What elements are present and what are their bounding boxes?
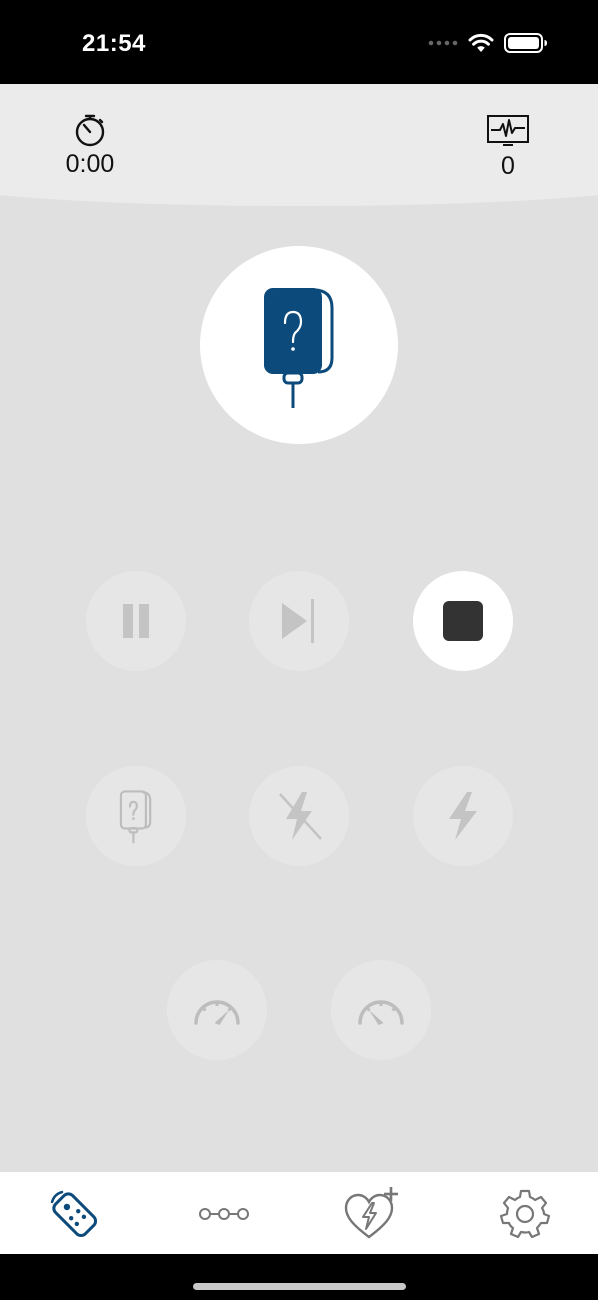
stop-button[interactable] — [413, 571, 513, 671]
connected-nodes-icon — [199, 1208, 249, 1220]
wifi-icon — [468, 33, 494, 52]
shock-button[interactable] — [413, 766, 513, 866]
remote-control-icon — [50, 1190, 98, 1238]
no-shock-button[interactable] — [249, 766, 349, 866]
pause-icon — [123, 604, 149, 638]
timer-value: 0:00 — [65, 150, 115, 178]
tab-remote[interactable] — [42, 1182, 106, 1246]
speed-high-button[interactable] — [331, 960, 431, 1060]
status-time: 21:54 — [82, 30, 146, 57]
no-shock-icon — [279, 792, 322, 840]
stopwatch-icon — [75, 114, 105, 147]
battery-icon — [504, 33, 547, 53]
tab-scenarios[interactable] — [192, 1182, 256, 1246]
main-panel: 0:00 0 — [0, 84, 598, 1172]
signal-dots-icon — [428, 40, 458, 46]
elapsed-timer: 0:00 — [60, 112, 120, 179]
skip-button[interactable] — [249, 571, 349, 671]
shock-counter: 0 — [482, 114, 534, 181]
ecg-monitor-icon — [487, 115, 529, 146]
skip-forward-icon — [282, 599, 314, 643]
speed-low-button[interactable] — [167, 960, 267, 1060]
pause-button[interactable] — [86, 571, 186, 671]
tab-aed[interactable] — [340, 1182, 404, 1246]
pad-status-indicator — [200, 246, 398, 444]
home-indicator[interactable] — [193, 1283, 406, 1290]
stop-icon — [443, 601, 483, 641]
tab-settings[interactable] — [493, 1182, 557, 1246]
gauge-high-icon — [358, 1000, 404, 1025]
pad-check-button[interactable] — [86, 766, 186, 866]
gear-icon — [499, 1189, 551, 1239]
home-area — [0, 1254, 598, 1300]
electrode-pad-unknown-icon — [119, 790, 152, 844]
lightning-bolt-icon — [449, 792, 477, 840]
heart-shock-plus-icon — [344, 1187, 398, 1239]
status-bar: 21:54 — [0, 0, 598, 84]
status-icons — [428, 33, 548, 53]
shock-count-value: 0 — [501, 152, 515, 180]
gauge-low-icon — [194, 1000, 240, 1025]
electrode-pad-unknown-icon — [264, 288, 334, 408]
tab-bar — [0, 1172, 598, 1254]
